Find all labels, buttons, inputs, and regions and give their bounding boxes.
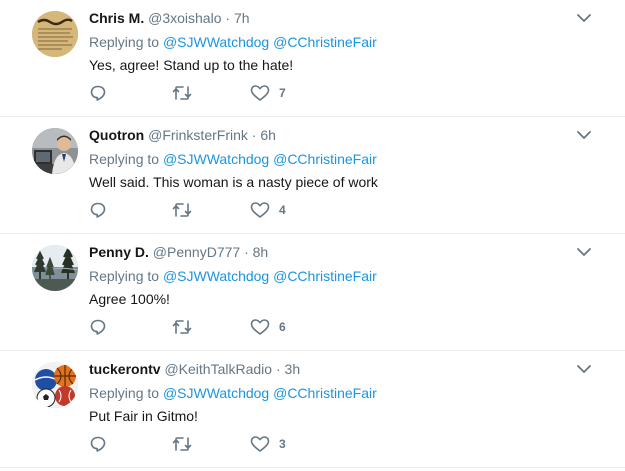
chevron-down-icon[interactable] <box>576 10 592 26</box>
tweet[interactable]: Quotron @FrinksterFrink · 6h Replying to… <box>0 117 625 234</box>
tweet-text: Yes, agree! Stand up to the hate! <box>89 57 294 73</box>
like-count: 7 <box>279 86 286 100</box>
tweet-actions: 4 <box>89 200 349 220</box>
replying-to-label: Replying to <box>89 385 160 401</box>
lake-avatar-image <box>32 245 78 291</box>
retweet-icon <box>172 203 192 217</box>
tweet-actions: 7 <box>89 83 349 103</box>
separator-dot: · <box>244 244 249 260</box>
mention-link[interactable]: @CChristineFair <box>273 385 377 401</box>
user-handle[interactable]: @PennyD777 <box>153 244 240 260</box>
tweet-text: Put Fair in Gitmo! <box>89 408 198 424</box>
retweet-icon <box>172 320 192 334</box>
replying-to-label: Replying to <box>89 151 160 167</box>
mention-link[interactable]: @CChristineFair <box>273 268 377 284</box>
tweet[interactable]: Penny D. @PennyD777 · 8h Replying to @SJ… <box>0 234 625 351</box>
separator-dot: · <box>275 361 281 377</box>
chevron-down-icon[interactable] <box>576 361 592 377</box>
display-name[interactable]: tuckerontv <box>89 361 161 377</box>
tweet-header: Penny D. @PennyD777 · 8h <box>89 243 268 261</box>
mention-link[interactable]: @SJWWatchdog <box>163 268 269 284</box>
heart-icon <box>250 436 270 452</box>
like-button[interactable]: 6 <box>250 317 286 337</box>
reply-button[interactable] <box>89 200 107 220</box>
replying-to: Replying to @SJWWatchdog @CChristineFair <box>89 384 377 402</box>
mention-link[interactable]: @CChristineFair <box>273 34 377 50</box>
heart-icon <box>250 202 270 218</box>
replying-to: Replying to @SJWWatchdog @CChristineFair <box>89 33 377 51</box>
reply-feed: Chris M. @3xoishalo · 7h Replying to @SJ… <box>0 0 625 471</box>
tweet-header: tuckerontv @KeithTalkRadio · 3h <box>89 360 300 378</box>
separator-dot: · <box>251 127 257 143</box>
timestamp[interactable]: 6h <box>260 127 276 143</box>
display-name[interactable]: Quotron <box>89 127 144 143</box>
reply-button[interactable] <box>89 83 107 103</box>
tweet-header: Quotron @FrinksterFrink · 6h <box>89 126 276 144</box>
avatar[interactable] <box>32 128 78 174</box>
reply-icon <box>90 436 106 452</box>
retweet-icon <box>172 437 192 451</box>
tweet-header: Chris M. @3xoishalo · 7h <box>89 9 250 27</box>
constitution-avatar-image <box>32 11 78 57</box>
reply-icon <box>90 319 106 335</box>
reply-icon <box>90 85 106 101</box>
tweet[interactable]: tuckerontv @KeithTalkRadio · 3h Replying… <box>0 351 625 468</box>
replying-to-label: Replying to <box>89 268 160 284</box>
tweet-actions: 6 <box>89 317 349 337</box>
user-handle[interactable]: @3xoishalo <box>148 10 221 26</box>
man-at-computer-avatar-image <box>32 128 78 174</box>
separator-dot: · <box>225 10 231 26</box>
retweet-icon <box>172 86 192 100</box>
mention-link[interactable]: @SJWWatchdog <box>163 151 269 167</box>
timestamp[interactable]: 7h <box>234 10 250 26</box>
tweet-text: Well said. This woman is a nasty piece o… <box>89 174 378 190</box>
user-handle[interactable]: @KeithTalkRadio <box>164 361 272 377</box>
sports-balls-avatar-image <box>32 362 78 408</box>
tweet[interactable]: Chris M. @3xoishalo · 7h Replying to @SJ… <box>0 0 625 117</box>
tweet-actions: 3 <box>89 434 349 454</box>
like-count: 6 <box>279 320 286 334</box>
like-count: 3 <box>279 437 286 451</box>
heart-icon <box>250 319 270 335</box>
replying-to: Replying to @SJWWatchdog @CChristineFair <box>89 150 377 168</box>
display-name[interactable]: Chris M. <box>89 10 144 26</box>
chevron-down-icon[interactable] <box>576 244 592 260</box>
timestamp[interactable]: 8h <box>253 244 269 260</box>
chevron-down-icon[interactable] <box>576 127 592 143</box>
retweet-button[interactable] <box>172 200 192 220</box>
display-name[interactable]: Penny D. <box>89 244 149 260</box>
user-handle[interactable]: @FrinksterFrink <box>148 127 248 143</box>
like-button[interactable]: 7 <box>250 83 286 103</box>
timestamp[interactable]: 3h <box>285 361 301 377</box>
mention-link[interactable]: @SJWWatchdog <box>163 34 269 50</box>
mention-link[interactable]: @CChristineFair <box>273 151 377 167</box>
avatar[interactable] <box>32 245 78 291</box>
replying-to-label: Replying to <box>89 34 160 50</box>
tweet-text: Agree 100%! <box>89 291 170 307</box>
avatar[interactable] <box>32 11 78 57</box>
replying-to: Replying to @SJWWatchdog @CChristineFair <box>89 267 377 285</box>
avatar[interactable] <box>32 362 78 408</box>
reply-button[interactable] <box>89 317 107 337</box>
mention-link[interactable]: @SJWWatchdog <box>163 385 269 401</box>
retweet-button[interactable] <box>172 317 192 337</box>
like-button[interactable]: 3 <box>250 434 286 454</box>
retweet-button[interactable] <box>172 83 192 103</box>
like-count: 4 <box>279 203 286 217</box>
like-button[interactable]: 4 <box>250 200 286 220</box>
reply-button[interactable] <box>89 434 107 454</box>
retweet-button[interactable] <box>172 434 192 454</box>
heart-icon <box>250 85 270 101</box>
reply-icon <box>90 202 106 218</box>
